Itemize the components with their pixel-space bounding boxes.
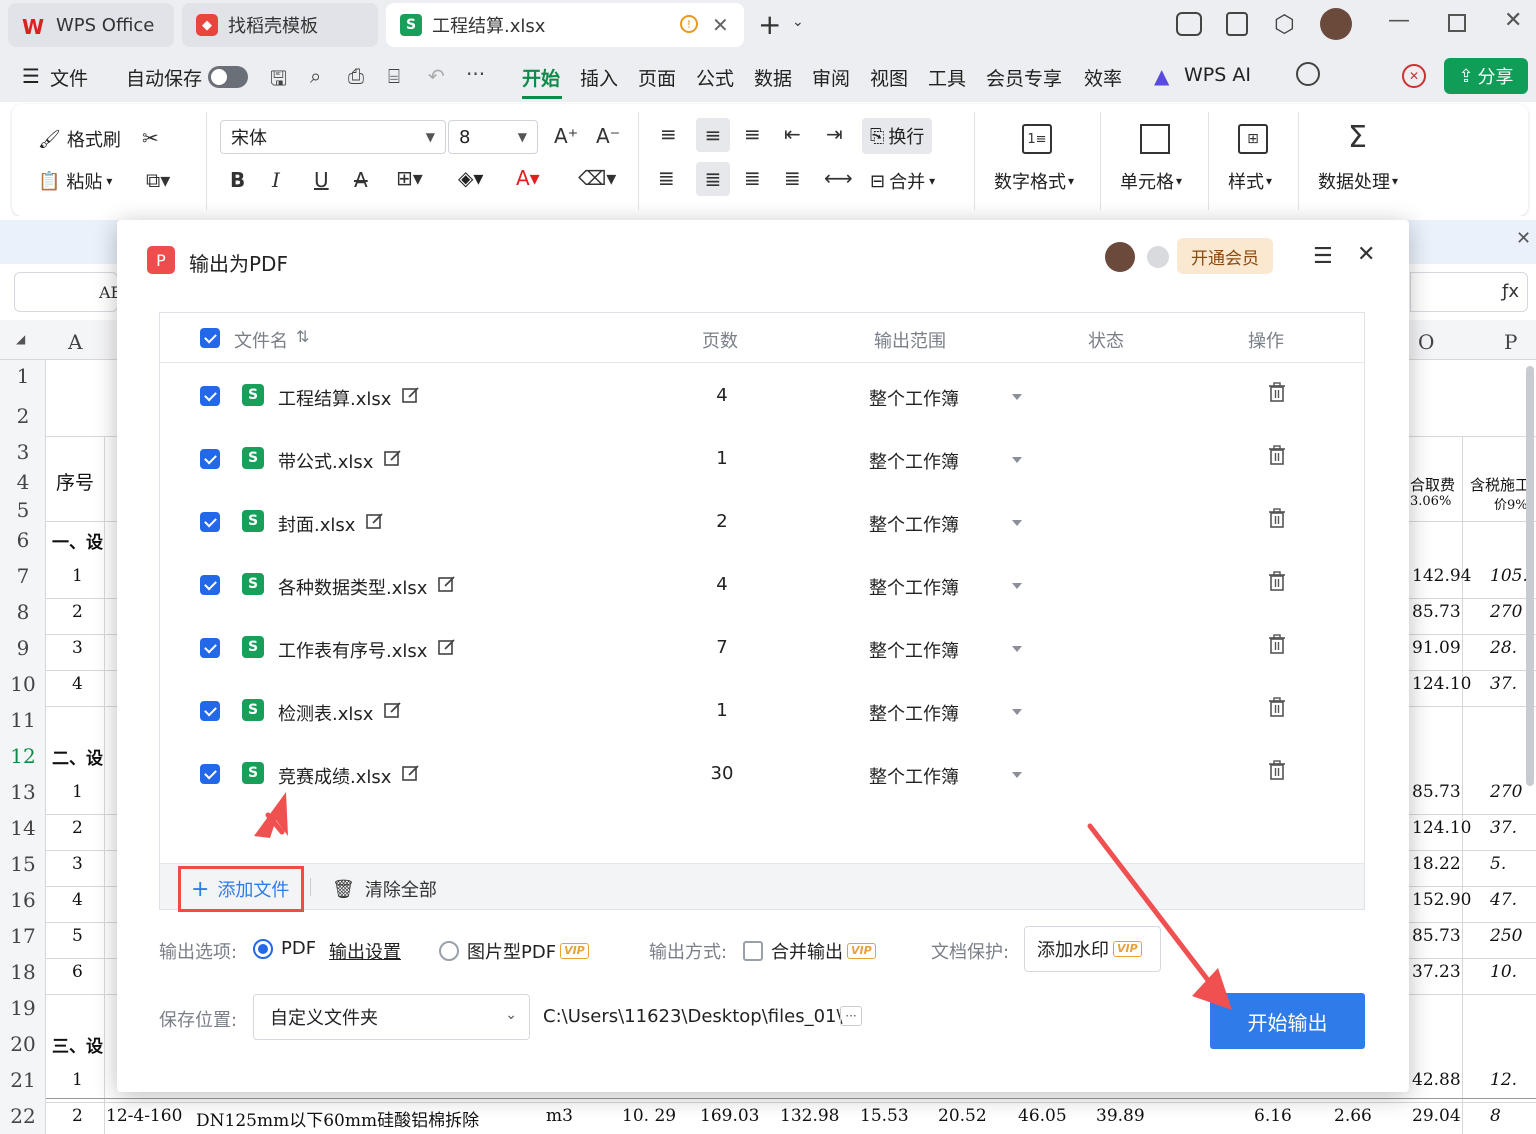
arrow-to-add-file — [254, 792, 288, 838]
arrow-to-start-button — [1087, 823, 1232, 1010]
annotation-arrows — [254, 792, 1232, 1010]
